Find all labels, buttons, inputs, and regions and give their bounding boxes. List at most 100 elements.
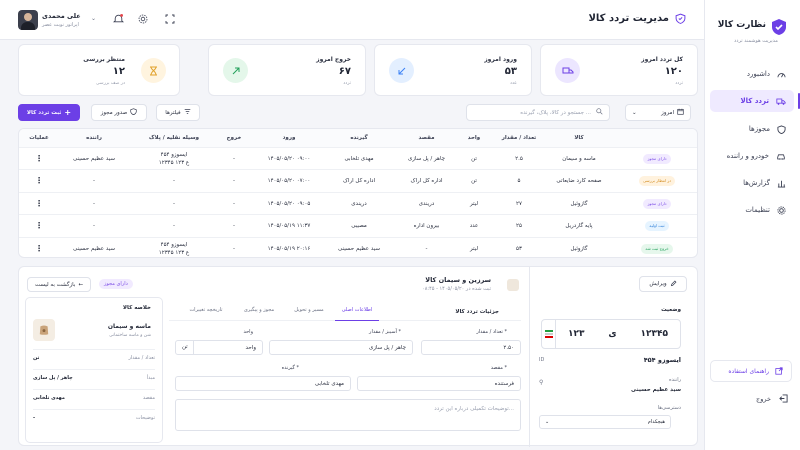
detail-subtitle: ثبت شده در ۱۴۰۵/۰۵/۲۰ - ۰۸:۴۵ (422, 286, 491, 292)
cell-qty: ۲۷ (516, 200, 522, 207)
access-value: هیچکدام (647, 419, 665, 425)
summary-name: ماسه و سیمان (107, 323, 151, 330)
permit-badge: دارای مجوز (99, 279, 133, 289)
page-title: مدیریت تردد کالا (588, 13, 686, 24)
notes-textarea[interactable]: توضیحات تکمیلی درباره این تردد... (175, 399, 521, 431)
summary-title: خلاصه کالا (122, 305, 151, 311)
cell-out: - (233, 200, 235, 207)
vehicle-id: ID (539, 357, 545, 363)
logout-button[interactable]: خروج (756, 394, 788, 403)
search-input[interactable]: جستجو در کالا، پلاک، گیرنده ... (466, 104, 610, 121)
brand-logo-icon (770, 18, 788, 36)
tab-main-info[interactable]: اطلاعات اصلی (335, 307, 379, 321)
calendar-icon (677, 108, 684, 117)
truck-icon (555, 58, 580, 83)
stat-value: ۱۲۰ (664, 66, 683, 77)
summary-row: مبدأ چاهر / پل سازی (33, 369, 155, 386)
nav-settings[interactable]: تنظیمات (710, 199, 794, 221)
receiver-label: گیرنده * (281, 365, 299, 371)
cell-dest: اداره کل اراک (410, 178, 443, 185)
nav-label: تنظیمات (745, 206, 770, 214)
cell-qty: ۲.۵ (515, 156, 523, 162)
cell-out: - (233, 156, 235, 162)
more-actions-icon[interactable]: ⋮ (19, 215, 59, 237)
cell-dest: دریندی (418, 200, 435, 207)
summary-value: مهدی تلخابی (33, 395, 65, 401)
filters-button[interactable]: فیلترها (156, 104, 200, 121)
fullscreen-icon[interactable] (165, 14, 175, 26)
new-label: ثبت تردد کالا (26, 109, 62, 116)
more-actions-icon[interactable]: ⋮ (19, 148, 59, 170)
traffic-table: کالا تعداد / مقدار واحد مقصد گیرنده ورود… (18, 128, 698, 258)
summary-value: تن (33, 355, 40, 361)
nav-label: مجوزها (748, 125, 770, 133)
more-actions-icon[interactable]: ⋮ (19, 238, 59, 257)
driver-label: راننده (669, 377, 681, 383)
cell-driver: سید عظیم حسینی (73, 156, 115, 162)
iran-flag-icon (542, 320, 556, 348)
cell-out: - (233, 223, 235, 230)
status-badge: در انتظار بررسی (638, 176, 676, 187)
period-select[interactable]: ⌄ امروز (625, 104, 691, 121)
qty-input[interactable]: ۲.۵۰ (421, 340, 521, 355)
table-row[interactable]: دارای مجوز گازوئیل ۲۷ لیتر دریندی دریندی ۱۴۰۵/… (19, 191, 697, 215)
plus-icon: + (64, 108, 72, 117)
item-input[interactable]: چاهر / پل سازی (269, 340, 413, 355)
stat-value: ۱۲ (112, 66, 125, 77)
table-row[interactable]: دارای مجوز ماسه و سیمان ۲.۵ تن چاهر / پل ساز… (19, 147, 697, 170)
summary-value: چاهر / پل سازی (33, 375, 73, 381)
car-icon (776, 152, 786, 161)
new-traffic-button[interactable]: ثبت تردد کالا + (18, 104, 80, 121)
tab-route[interactable]: مسیر و تحویل (285, 307, 333, 321)
issue-permit-button[interactable]: صدور مجوز (91, 104, 147, 121)
tab-permit[interactable]: مجوز و پیگیری (235, 307, 283, 321)
summary-row: مقصد مهدی تلخابی (33, 389, 155, 406)
cell-driver: سید عظیم حسینی (73, 245, 115, 252)
col-header: راننده (86, 135, 102, 141)
nav-label: گزارش‌ها (743, 179, 770, 187)
nav-dashboard[interactable]: داشبورد (710, 63, 794, 85)
cell-recv: مصیبی (351, 223, 367, 230)
nav-vehicles[interactable]: خودرو و راننده (710, 145, 794, 167)
stat-card-exit: خروج امروز ۶۷ تردد (208, 44, 366, 96)
avatar[interactable] (18, 10, 38, 30)
nav-reports[interactable]: گزارش‌ها (710, 172, 794, 194)
settings-icon[interactable] (138, 14, 148, 26)
detail-panel: ویرایش وضعیت ۱۲۳ ی ۱۲۳۴۵ ایسوزو ۴۵۴ ID ر… (18, 266, 698, 447)
back-button[interactable]: بازگشت به لیست ← (27, 277, 91, 292)
nav-permits[interactable]: مجوزها (710, 118, 794, 140)
search-placeholder: جستجو در کالا، پلاک، گیرنده ... (520, 109, 591, 116)
cell-qty: ۵۳ (516, 245, 522, 252)
table-row[interactable]: خروج ثبت شد گازوئیل ۵۳ لیتر - سید عظیم حسینی ۱… (19, 236, 697, 257)
status-badge: خروج ثبت شد (641, 243, 673, 254)
page-title-text: مدیریت تردد کالا (588, 13, 669, 24)
stat-unit: در صف بررسی (96, 81, 125, 86)
unit-input[interactable]: تن واحد (175, 340, 263, 355)
status-badge: دارای مجوز (643, 154, 671, 164)
more-actions-icon[interactable]: ⋮ (19, 193, 59, 215)
table-row[interactable]: در انتظار بررسی صفحه کارد ضایعاتی ۵ تن اداره… (19, 169, 697, 192)
cement-bag-icon (507, 279, 519, 291)
stat-card-total: کل تردد امروز ۱۲۰ تردد (540, 44, 698, 96)
cell-dest: بیرون اداره (413, 223, 440, 230)
help-button[interactable]: راهنمای استفاده (710, 360, 792, 382)
more-actions-icon[interactable]: ⋮ (19, 170, 59, 192)
dest-input[interactable]: فرستنده (357, 376, 521, 391)
cell-in: ۱۴۰۵/۰۵/۱۹ ۱۱:۳۷ (267, 223, 311, 230)
cell-out: - (233, 245, 235, 252)
col-header: عملیات (29, 135, 49, 141)
chevron-down-icon[interactable]: ⌄ (91, 15, 96, 22)
status-badge-cell: خروج ثبت شد (619, 238, 695, 257)
table-row[interactable]: ثبت اولیه پایه گاردریل ۲۵ عدد بیرون اداره مصی… (19, 214, 697, 237)
access-select[interactable]: ⌄ هیچکدام (539, 415, 671, 429)
bell-icon[interactable] (113, 13, 124, 26)
cell-out: - (233, 178, 235, 185)
cell-item: صفحه کارد ضایعاتی (556, 178, 602, 185)
receiver-input[interactable]: مهدی تلخابی (175, 376, 351, 391)
stat-unit: تردد (343, 81, 351, 86)
user-role: اپراتور نوبت عصر (42, 22, 79, 28)
tab-history[interactable]: تاریخچه تغییرات (179, 307, 233, 321)
edit-button[interactable]: ویرایش (639, 276, 687, 292)
cell-vehicle: - (173, 200, 175, 207)
nav-traffic[interactable]: تردد کالا (710, 90, 800, 112)
